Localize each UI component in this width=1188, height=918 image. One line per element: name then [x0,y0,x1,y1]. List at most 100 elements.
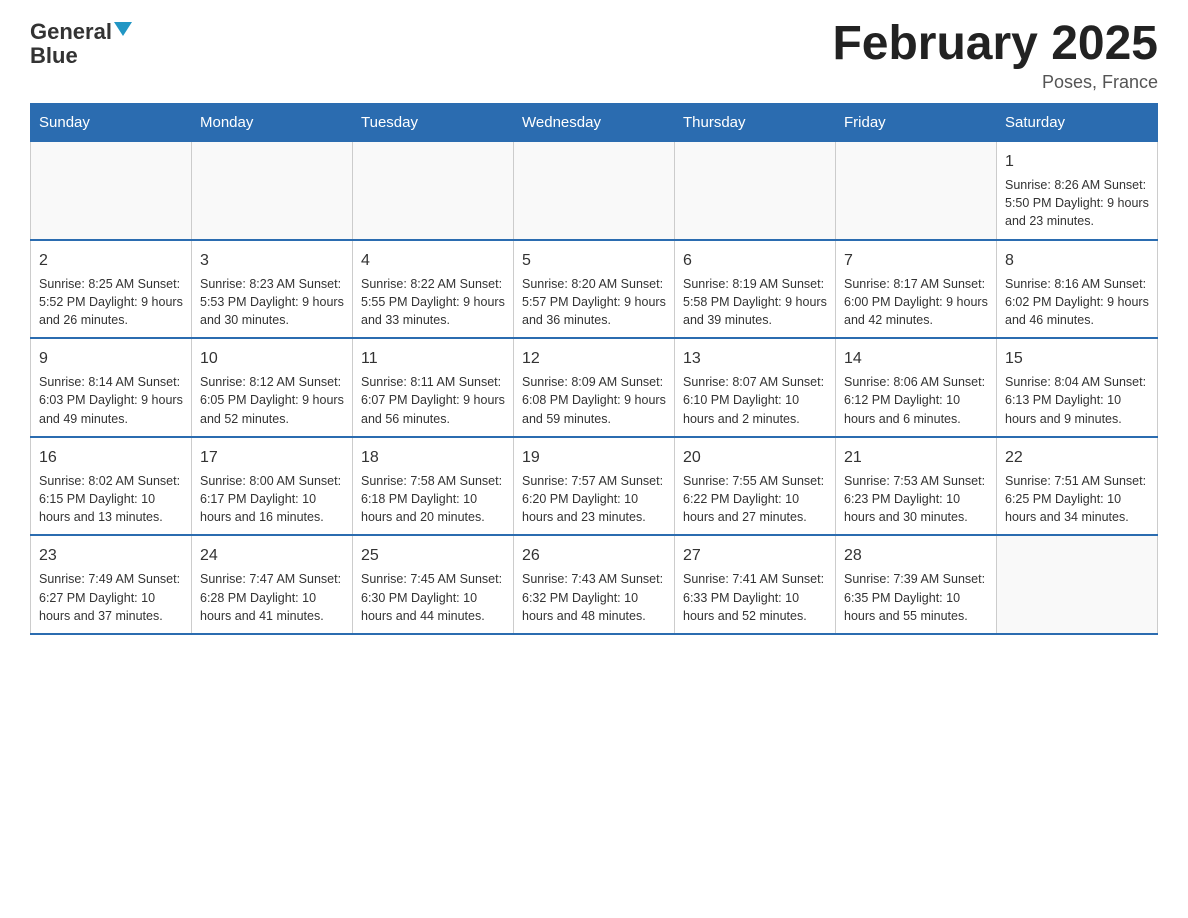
day-info: Sunrise: 7:53 AM Sunset: 6:23 PM Dayligh… [844,472,988,526]
table-row: 4 Sunrise: 8:22 AM Sunset: 5:55 PM Daylig… [353,240,514,339]
day-number: 17 [200,446,344,469]
col-thursday: Thursday [675,104,836,142]
day-info: Sunrise: 8:14 AM Sunset: 6:03 PM Dayligh… [39,373,183,427]
day-number: 3 [200,249,344,272]
table-row [31,142,192,240]
logo-triangle-icon [114,22,132,36]
day-info: Sunrise: 8:09 AM Sunset: 6:08 PM Dayligh… [522,373,666,427]
table-row: 1Sunrise: 8:26 AM Sunset: 5:50 PM Daylig… [997,142,1158,240]
day-number: 10 [200,347,344,370]
day-info: Sunrise: 8:16 AM Sunset: 6:02 PM Dayligh… [1005,275,1149,329]
table-row: 25 Sunrise: 7:45 AM Sunset: 6:30 PM Dayli… [353,535,514,634]
table-row: 6 Sunrise: 8:19 AM Sunset: 5:58 PM Daylig… [675,240,836,339]
table-row: 15 Sunrise: 8:04 AM Sunset: 6:13 PM Dayli… [997,338,1158,437]
table-row: 12 Sunrise: 8:09 AM Sunset: 6:08 PM Dayli… [514,338,675,437]
day-info: Sunrise: 8:26 AM Sunset: 5:50 PM Dayligh… [1005,176,1149,230]
calendar-week-row: 2 Sunrise: 8:25 AM Sunset: 5:52 PM Daylig… [31,240,1158,339]
day-info: Sunrise: 7:45 AM Sunset: 6:30 PM Dayligh… [361,570,505,624]
day-number: 21 [844,446,988,469]
col-saturday: Saturday [997,104,1158,142]
day-number: 15 [1005,347,1149,370]
table-row: 26Sunrise: 7:43 AM Sunset: 6:32 PM Dayli… [514,535,675,634]
col-monday: Monday [192,104,353,142]
day-info: Sunrise: 7:47 AM Sunset: 6:28 PM Dayligh… [200,570,344,624]
col-wednesday: Wednesday [514,104,675,142]
day-number: 13 [683,347,827,370]
day-number: 12 [522,347,666,370]
day-number: 2 [39,249,183,272]
logo-blue: Blue [30,44,78,68]
table-row: 10 Sunrise: 8:12 AM Sunset: 6:05 PM Dayli… [192,338,353,437]
day-info: Sunrise: 8:17 AM Sunset: 6:00 PM Dayligh… [844,275,988,329]
table-row: 27 Sunrise: 7:41 AM Sunset: 6:33 PM Dayli… [675,535,836,634]
table-row: 14Sunrise: 8:06 AM Sunset: 6:12 PM Dayli… [836,338,997,437]
logo: General Blue [30,20,132,68]
day-info: Sunrise: 7:55 AM Sunset: 6:22 PM Dayligh… [683,472,827,526]
col-sunday: Sunday [31,104,192,142]
day-number: 6 [683,249,827,272]
day-info: Sunrise: 8:02 AM Sunset: 6:15 PM Dayligh… [39,472,183,526]
day-info: Sunrise: 8:22 AM Sunset: 5:55 PM Dayligh… [361,275,505,329]
table-row: 2 Sunrise: 8:25 AM Sunset: 5:52 PM Daylig… [31,240,192,339]
day-info: Sunrise: 7:58 AM Sunset: 6:18 PM Dayligh… [361,472,505,526]
day-number: 22 [1005,446,1149,469]
day-info: Sunrise: 8:11 AM Sunset: 6:07 PM Dayligh… [361,373,505,427]
table-row: 3 Sunrise: 8:23 AM Sunset: 5:53 PM Daylig… [192,240,353,339]
table-row: 20 Sunrise: 7:55 AM Sunset: 6:22 PM Dayli… [675,437,836,536]
table-row [997,535,1158,634]
calendar-table: Sunday Monday Tuesday Wednesday Thursday… [30,103,1158,635]
location: Poses, France [832,72,1158,93]
table-row: 5 Sunrise: 8:20 AM Sunset: 5:57 PM Daylig… [514,240,675,339]
table-row: 23Sunrise: 7:49 AM Sunset: 6:27 PM Dayli… [31,535,192,634]
day-number: 25 [361,544,505,567]
day-number: 9 [39,347,183,370]
table-row: 7Sunrise: 8:17 AM Sunset: 6:00 PM Daylig… [836,240,997,339]
table-row: 19 Sunrise: 7:57 AM Sunset: 6:20 PM Dayli… [514,437,675,536]
table-row [675,142,836,240]
table-row: 22 Sunrise: 7:51 AM Sunset: 6:25 PM Dayli… [997,437,1158,536]
day-info: Sunrise: 8:04 AM Sunset: 6:13 PM Dayligh… [1005,373,1149,427]
table-row: 21 Sunrise: 7:53 AM Sunset: 6:23 PM Dayli… [836,437,997,536]
day-info: Sunrise: 8:23 AM Sunset: 5:53 PM Dayligh… [200,275,344,329]
table-row [353,142,514,240]
table-row: 8 Sunrise: 8:16 AM Sunset: 6:02 PM Daylig… [997,240,1158,339]
day-number: 24 [200,544,344,567]
table-row: 18 Sunrise: 7:58 AM Sunset: 6:18 PM Dayli… [353,437,514,536]
day-number: 14 [844,347,988,370]
day-info: Sunrise: 7:51 AM Sunset: 6:25 PM Dayligh… [1005,472,1149,526]
table-row: 11 Sunrise: 8:11 AM Sunset: 6:07 PM Dayli… [353,338,514,437]
table-row: 16Sunrise: 8:02 AM Sunset: 6:15 PM Dayli… [31,437,192,536]
day-number: 18 [361,446,505,469]
calendar-week-row: 23Sunrise: 7:49 AM Sunset: 6:27 PM Dayli… [31,535,1158,634]
day-info: Sunrise: 7:39 AM Sunset: 6:35 PM Dayligh… [844,570,988,624]
table-row [192,142,353,240]
day-info: Sunrise: 7:41 AM Sunset: 6:33 PM Dayligh… [683,570,827,624]
calendar-week-row: 9 Sunrise: 8:14 AM Sunset: 6:03 PM Daylig… [31,338,1158,437]
day-info: Sunrise: 7:57 AM Sunset: 6:20 PM Dayligh… [522,472,666,526]
day-info: Sunrise: 8:00 AM Sunset: 6:17 PM Dayligh… [200,472,344,526]
table-row [836,142,997,240]
day-info: Sunrise: 7:43 AM Sunset: 6:32 PM Dayligh… [522,570,666,624]
page-header: General Blue February 2025 Poses, France [30,20,1158,93]
day-info: Sunrise: 8:19 AM Sunset: 5:58 PM Dayligh… [683,275,827,329]
day-number: 11 [361,347,505,370]
day-number: 4 [361,249,505,272]
day-number: 19 [522,446,666,469]
day-number: 20 [683,446,827,469]
day-info: Sunrise: 8:20 AM Sunset: 5:57 PM Dayligh… [522,275,666,329]
col-friday: Friday [836,104,997,142]
day-info: Sunrise: 8:07 AM Sunset: 6:10 PM Dayligh… [683,373,827,427]
day-info: Sunrise: 7:49 AM Sunset: 6:27 PM Dayligh… [39,570,183,624]
col-tuesday: Tuesday [353,104,514,142]
table-row: 28Sunrise: 7:39 AM Sunset: 6:35 PM Dayli… [836,535,997,634]
day-info: Sunrise: 8:12 AM Sunset: 6:05 PM Dayligh… [200,373,344,427]
table-row: 17 Sunrise: 8:00 AM Sunset: 6:17 PM Dayli… [192,437,353,536]
calendar-week-row: 16Sunrise: 8:02 AM Sunset: 6:15 PM Dayli… [31,437,1158,536]
day-number: 8 [1005,249,1149,272]
calendar-week-row: 1Sunrise: 8:26 AM Sunset: 5:50 PM Daylig… [31,142,1158,240]
table-row: 13 Sunrise: 8:07 AM Sunset: 6:10 PM Dayli… [675,338,836,437]
day-info: Sunrise: 8:25 AM Sunset: 5:52 PM Dayligh… [39,275,183,329]
table-row: 9 Sunrise: 8:14 AM Sunset: 6:03 PM Daylig… [31,338,192,437]
day-number: 27 [683,544,827,567]
day-number: 5 [522,249,666,272]
